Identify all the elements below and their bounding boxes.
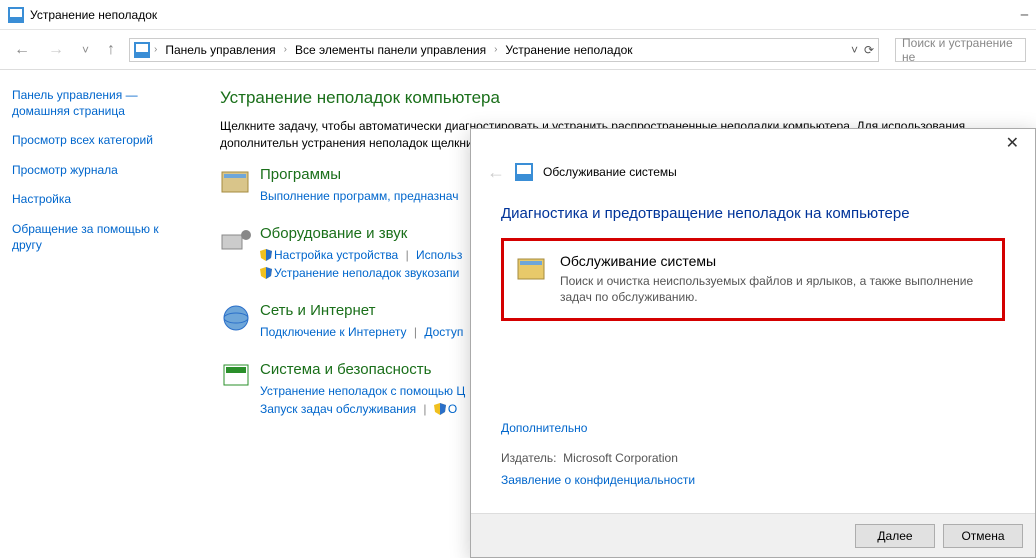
dialog-header: ← Обслуживание системы [471,158,1035,195]
dialog-body: Диагностика и предотвращение неполадок н… [471,195,1035,514]
category-system-title[interactable]: Система и безопасность [260,361,465,378]
address-dropdown[interactable]: ˅ [851,43,858,57]
search-placeholder: Поиск и устранение не [902,36,1019,64]
address-bar[interactable]: › Панель управления › Все элементы панел… [129,38,879,62]
search-input[interactable]: Поиск и устранение не [895,38,1026,62]
window-titlebar: Устранение неполадок ─ [0,0,1036,30]
separator-icon: › [284,44,287,55]
cancel-button[interactable]: Отмена [943,524,1023,548]
dialog-header-title: Обслуживание системы [543,165,677,179]
separator-icon: › [494,44,497,55]
publisher-info: Издатель: Microsoft Corporation [501,451,1005,465]
category-network-title[interactable]: Сеть и Интернет [260,302,463,319]
link-internet-connection[interactable]: Подключение к Интернету [260,325,407,339]
dialog-close-button[interactable]: ✕ [1000,131,1025,155]
forward-button[interactable]: → [44,41,68,59]
sidebar-link-history[interactable]: Просмотр журнала [12,163,188,179]
network-icon [220,302,252,334]
back-button[interactable]: ← [10,41,34,59]
item-title: Обслуживание системы [560,253,990,269]
link-access[interactable]: Доступ [424,325,463,339]
link-maintenance-tasks[interactable]: Запуск задач обслуживания [260,402,416,416]
breadcrumb-control-panel[interactable]: Панель управления [161,43,279,57]
link-troubleshoot-wu[interactable]: Устранение неполадок с помощью Ц [260,384,465,398]
publisher-name: Microsoft Corporation [563,451,678,465]
link-use[interactable]: Использ [416,248,462,262]
recent-button[interactable]: ˅ [78,43,93,57]
shield-icon [434,403,446,415]
category-hardware-title[interactable]: Оборудование и звук [260,225,462,242]
publisher-label: Издатель: [501,451,557,465]
privacy-link[interactable]: Заявление о конфиденциальности [501,473,1005,487]
link-audio-troubleshoot[interactable]: Устранение неполадок звукозапи [274,266,459,280]
address-icon [134,42,150,58]
app-icon [8,7,24,23]
category-programs-title[interactable]: Программы [260,166,458,183]
highlighted-item[interactable]: Обслуживание системы Поиск и очистка неи… [501,238,1005,322]
up-button[interactable]: ↑ [103,41,119,59]
separator: | [423,402,426,416]
separator: | [414,325,417,339]
sidebar-link-all-categories[interactable]: Просмотр всех категорий [12,133,188,149]
link-o[interactable]: О [448,402,457,416]
sidebar-link-settings[interactable]: Настройка [12,192,188,208]
refresh-button[interactable]: ⟳ [864,43,874,57]
window-title: Устранение неполадок [30,8,157,22]
dialog-header-icon [515,163,533,181]
separator: | [406,248,409,262]
programs-icon [220,166,252,198]
dialog-heading: Диагностика и предотвращение неполадок н… [501,205,1005,222]
separator-icon: › [154,44,157,55]
breadcrumb-troubleshooting[interactable]: Устранение неполадок [501,43,636,57]
next-button[interactable]: Далее [855,524,935,548]
sidebar: Панель управления — домашняя страница Пр… [0,70,200,558]
shield-icon [260,249,272,261]
breadcrumb-all-items[interactable]: Все элементы панели управления [291,43,490,57]
system-icon [220,361,252,393]
troubleshooter-dialog: ✕ ← Обслуживание системы Диагностика и п… [470,128,1036,558]
dialog-footer: Далее Отмена [471,513,1035,557]
dialog-back-button[interactable]: ← [487,162,505,183]
dialog-titlebar: ✕ [471,129,1035,158]
page-heading: Устранение неполадок компьютера [220,88,1016,108]
hardware-icon [220,225,252,257]
nav-bar: ← → ˅ ↑ › Панель управления › Все элемен… [0,30,1036,70]
link-run-programs[interactable]: Выполнение программ, предназнач [260,189,458,203]
link-configure-device[interactable]: Настройка устройства [274,248,398,262]
minimize-button[interactable]: ─ [1021,8,1028,22]
maintenance-icon [516,253,548,285]
advanced-link[interactable]: Дополнительно [501,421,1005,435]
sidebar-link-get-help[interactable]: Обращение за помощью к другу [12,222,188,253]
sidebar-link-home[interactable]: Панель управления — домашняя страница [12,88,188,119]
shield-icon [260,267,272,279]
item-description: Поиск и очистка неиспользуемых файлов и … [560,273,990,307]
